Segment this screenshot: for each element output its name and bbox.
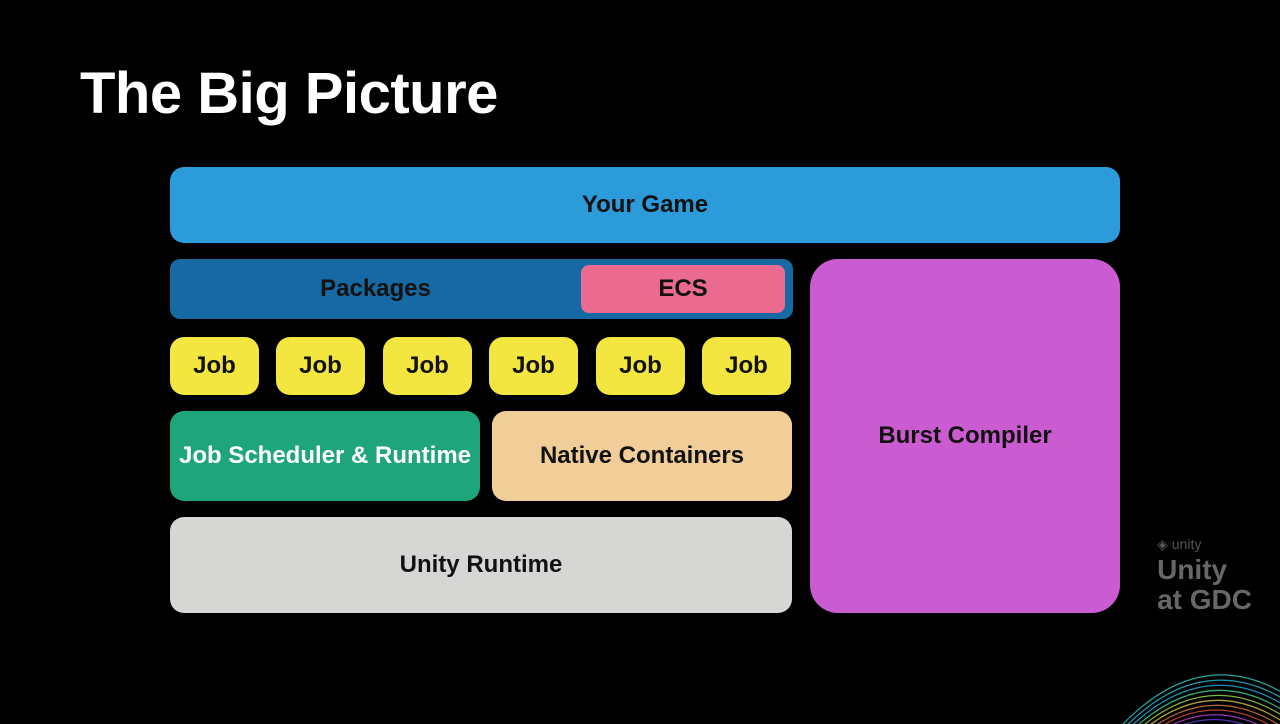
watermark-line1: Unity bbox=[1157, 555, 1252, 584]
slide-title: The Big Picture bbox=[80, 60, 1200, 127]
job-box-2: Job bbox=[383, 337, 472, 395]
watermark: ◈ unity Unity at GDC bbox=[1157, 537, 1252, 614]
slide: The Big Picture Your Game Packages ECS J… bbox=[0, 0, 1280, 724]
job-box-3: Job bbox=[489, 337, 578, 395]
job-scheduler-box: Job Scheduler & Runtime bbox=[170, 411, 480, 501]
watermark-brand-icon: ◈ unity bbox=[1157, 537, 1252, 552]
job-box-0: Job bbox=[170, 337, 259, 395]
ecs-box: ECS bbox=[581, 265, 785, 313]
watermark-line2: at GDC bbox=[1157, 585, 1252, 614]
job-box-5: Job bbox=[702, 337, 791, 395]
cube-icon: ◈ bbox=[1157, 536, 1168, 552]
job-box-4: Job bbox=[596, 337, 685, 395]
your-game-box: Your Game bbox=[170, 167, 1120, 243]
burst-compiler-box: Burst Compiler bbox=[810, 259, 1120, 613]
packages-label: Packages bbox=[170, 275, 581, 303]
packages-box: Packages ECS bbox=[170, 259, 793, 319]
native-containers-box: Native Containers bbox=[492, 411, 792, 501]
unity-runtime-box: Unity Runtime bbox=[170, 517, 792, 613]
watermark-small-text: unity bbox=[1172, 536, 1202, 552]
job-box-1: Job bbox=[276, 337, 365, 395]
